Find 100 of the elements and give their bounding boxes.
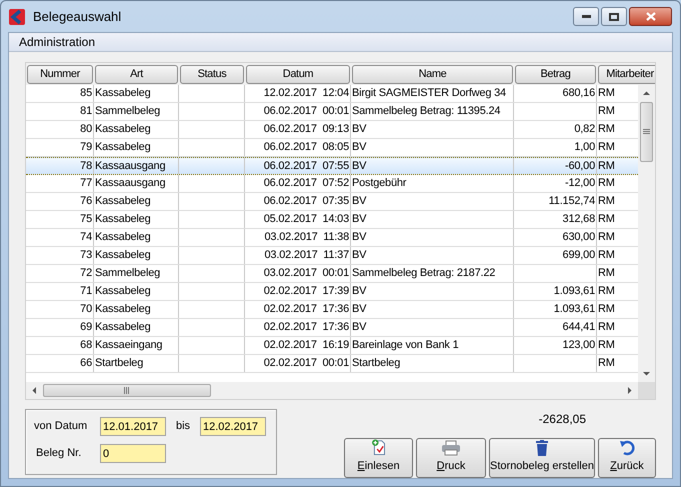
table-cell-text: 76: [80, 194, 92, 210]
column-header[interactable]: Art: [95, 64, 178, 84]
import-button[interactable]: Einlesen: [344, 438, 413, 478]
table-cell-text: 70: [80, 302, 92, 318]
table-cell-text: 699,00: [562, 248, 595, 264]
table-cell-text: 06.02.2017 07:52: [264, 176, 349, 192]
table-cell-text: 03.02.2017 11:37: [264, 248, 349, 264]
table-cell-text: -60,00: [565, 158, 595, 174]
table-cell-text: Kassabeleg: [95, 284, 150, 300]
table-cell-text: 0,82: [574, 122, 595, 138]
table-cell-text: RM: [598, 230, 615, 246]
column-header[interactable]: Datum: [246, 64, 350, 84]
column-header[interactable]: Mitarbeiter: [598, 64, 655, 84]
table-cell-text: 123,00: [562, 338, 595, 354]
table-cell-text: 77: [80, 176, 92, 192]
table-cell-text: 02.02.2017 17:36: [264, 302, 349, 318]
total-amount: -2628,05: [538, 411, 586, 428]
window-title: Belegeauswahl: [33, 8, 122, 26]
table-cell-text: RM: [598, 266, 615, 282]
table-cell-text: 74: [80, 230, 92, 246]
table-cell-text: BV: [352, 158, 366, 174]
table-cell-text: 12.02.2017 12:04: [264, 86, 349, 102]
table-cell-text: Kassabeleg: [95, 320, 150, 336]
table-cell-text: RM: [598, 140, 615, 156]
table-cell-text: RM: [598, 158, 615, 174]
table-cell-text: Sammelbeleg Betrag: 11395.24: [352, 104, 500, 120]
delete-button[interactable]: Stornobeleg erstellen: [489, 438, 595, 478]
table-cell-text: 03.02.2017 11:38: [264, 230, 349, 246]
table-cell-text: Kassabeleg: [95, 212, 150, 228]
table-cell-text: 06.02.2017 07:55: [264, 158, 349, 174]
table-cell-text: Postgebühr: [352, 176, 406, 192]
column-header[interactable]: Status: [180, 64, 244, 84]
table-cell-text: BV: [352, 212, 366, 228]
table-cell-text: Kassaeingang: [95, 338, 162, 354]
column-header[interactable]: Nummer: [27, 64, 93, 84]
horizontal-scrollbar[interactable]: [26, 382, 655, 399]
table-cell-text: 06.02.2017 00:01: [264, 104, 349, 120]
close-button[interactable]: [629, 7, 672, 26]
table-cell-text: RM: [598, 320, 615, 336]
column-header[interactable]: Name: [352, 64, 513, 84]
table-cell-text: Startbeleg: [352, 356, 400, 372]
table-cell-text: 630,00: [562, 230, 595, 246]
table-cell-text: Bareinlage von Bank 1: [352, 338, 458, 354]
table-cell-text: 78: [80, 158, 92, 174]
receipt-number-field[interactable]: 0: [100, 444, 166, 463]
table-cell-text: Kassabeleg: [95, 140, 150, 156]
table-row[interactable]: 78 Kassaausgang 06.02.2017 07:55 BV -60,00 RM: [26, 157, 638, 175]
table-cell-text: 06.02.2017 08:05: [264, 140, 349, 156]
menu-item[interactable]: Administration: [17, 33, 98, 51]
table-cell-text: 69: [80, 320, 92, 336]
table-cell-text: 02.02.2017 17:36: [264, 320, 349, 336]
maximize-button[interactable]: [601, 7, 627, 26]
table-cell-text: RM: [598, 176, 615, 192]
table-cell-text: Kassabeleg: [95, 248, 150, 264]
back-button[interactable]: Zurück: [598, 438, 656, 478]
table-cell-text: BV: [352, 248, 366, 264]
date-to-field[interactable]: 12.02.2017: [200, 417, 266, 436]
maximize-icon: [609, 12, 619, 20]
table-cell-text: 68: [80, 338, 92, 354]
table-cell-text: 71: [80, 284, 92, 300]
table-cell-text: Kassabeleg: [95, 194, 150, 210]
table-cell-text: 66: [80, 356, 92, 372]
table-cell-text: 02.02.2017 00:01: [264, 356, 349, 372]
table-cell-text: RM: [598, 86, 615, 102]
close-icon: [646, 12, 656, 21]
table-cell-text: 02.02.2017 17:39: [264, 284, 349, 300]
table-cell-text: RM: [598, 122, 615, 138]
table-cell-text: RM: [598, 248, 615, 264]
table-cell-text: Kassabeleg: [95, 122, 150, 138]
scroll-thumb[interactable]: [43, 384, 211, 397]
table-cell-text: 11.152,74: [548, 194, 595, 210]
table-cell-text: 80: [80, 122, 92, 138]
table-cell-text: BV: [352, 302, 366, 318]
table-cell-text: Kassabeleg: [95, 302, 150, 318]
column-header[interactable]: Betrag: [515, 64, 596, 84]
date-from-field[interactable]: 12.01.2017: [100, 417, 166, 436]
table-cell-text: 72: [80, 266, 92, 282]
table-cell-text: Startbeleg: [95, 356, 144, 372]
table-cell-text: RM: [598, 302, 615, 318]
table-cell-text: Sammelbeleg: [95, 266, 160, 282]
document-check-icon: [370, 439, 386, 456]
field-label: Beleg Nr.: [35, 446, 82, 462]
table-cell-text: BV: [352, 230, 366, 246]
trash-icon: [536, 440, 548, 456]
table-cell-text: 1,00: [574, 140, 595, 156]
table-cell-text: 1.093,61: [554, 284, 595, 300]
table-cell-text: Birgit SAGMEISTER Dorfweg 34: [352, 86, 506, 102]
table-cell-text: RM: [598, 338, 615, 354]
table-cell-text: BV: [352, 284, 366, 300]
vertical-scrollbar[interactable]: [638, 85, 655, 382]
table-cell-text: 644,41: [562, 320, 595, 336]
table-cell-text: RM: [598, 356, 615, 372]
table-cell-text: Sammelbeleg Betrag: 2187.22: [352, 266, 496, 282]
table-cell-text: 1.093,61: [554, 302, 595, 318]
table-cell-text: 75: [80, 212, 92, 228]
minimize-button[interactable]: [573, 7, 599, 26]
print-button[interactable]: Druck: [416, 438, 486, 478]
scroll-thumb[interactable]: [640, 102, 653, 162]
table-cell-text: BV: [352, 320, 366, 336]
table-cell-text: Sammelbeleg: [95, 104, 160, 120]
